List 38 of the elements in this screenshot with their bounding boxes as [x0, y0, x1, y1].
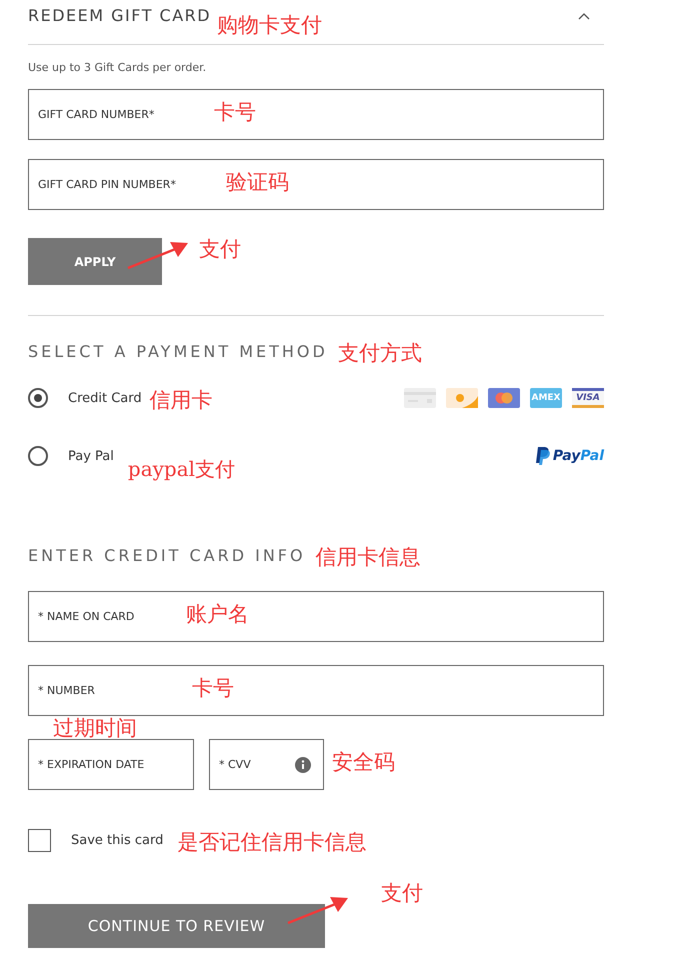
card-logo: AMEX — [530, 388, 562, 408]
annotation-note: 是否记住信用卡信息 — [177, 831, 366, 854]
annotation-note: 支付方式 — [338, 342, 422, 366]
chevron-icon[interactable] — [578, 12, 590, 21]
card-icon — [488, 388, 520, 408]
card-icon — [404, 388, 436, 408]
annotation-arrow — [128, 242, 188, 270]
radio-button[interactable] — [28, 388, 48, 408]
annotation-note: paypal支付 — [128, 458, 236, 480]
section-heading: REDEEM GIFT CARD — [28, 6, 212, 25]
annotation-arrow — [288, 897, 348, 924]
annotation-note: 过期时间 — [53, 717, 137, 740]
annotation-note: 支付 — [199, 238, 241, 262]
annotation-note: 安全码 — [332, 751, 395, 774]
paypal-logo: PayPal — [536, 446, 604, 466]
section-heading: ENTER CREDIT CARD INFO — [28, 546, 306, 566]
section-heading: SELECT A PAYMENT METHOD — [28, 342, 328, 362]
input-field[interactable]: * EXPIRATION DATE — [28, 739, 194, 790]
annotation-note: 购物卡支付 — [217, 14, 322, 38]
annotation-note: 账户名 — [186, 603, 249, 626]
card-icon — [446, 388, 478, 408]
checkbox[interactable] — [28, 829, 51, 852]
option-label: Pay Pal — [68, 448, 114, 464]
annotation-note: 卡号 — [214, 101, 256, 124]
input-field[interactable]: * CVV — [209, 739, 324, 790]
annotation-note: 验证码 — [226, 171, 289, 194]
annotation-note: 支付 — [381, 882, 423, 906]
hint-text: Use up to 3 Gift Cards per order. — [28, 61, 208, 74]
info-icon — [295, 757, 311, 774]
annotation-note: 卡号 — [192, 677, 234, 700]
continue-button[interactable]: CONTINUE TO REVIEW — [28, 904, 325, 948]
option-label: Credit Card — [68, 390, 142, 406]
apply-button[interactable]: APPLY — [28, 238, 162, 285]
radio-button[interactable] — [28, 446, 48, 466]
annotation-note: 信用卡信息 — [316, 546, 421, 570]
checkbox-label: Save this card — [71, 833, 164, 848]
annotation-note: 信用卡 — [150, 388, 213, 412]
card-logo: VISA — [572, 388, 604, 408]
